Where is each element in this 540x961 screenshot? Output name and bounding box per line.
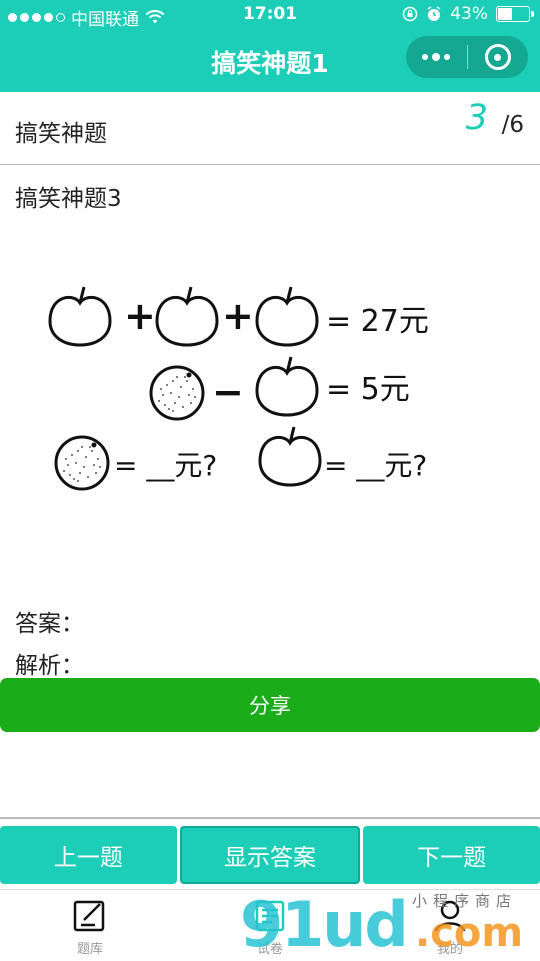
battery-percent: 43% <box>450 4 488 24</box>
current-question-number: 3 <box>465 98 488 138</box>
tab-exam-paper[interactable]: 试卷 <box>180 890 360 961</box>
apple-icon <box>155 285 219 347</box>
share-button-label: 分享 <box>249 694 291 718</box>
svg-text:+: + <box>222 294 254 338</box>
tab-label: 题库 <box>76 942 103 957</box>
apple-icon <box>255 355 319 417</box>
divider <box>0 817 540 819</box>
share-button[interactable]: 分享 <box>0 678 540 732</box>
apple-icon <box>48 285 112 347</box>
answer-label: 答案： <box>15 611 84 637</box>
tab-label: 我的 <box>436 942 463 957</box>
rotation-lock-icon <box>402 6 418 22</box>
battery-icon <box>496 6 534 22</box>
puzzle-line2-text: = 5元 <box>326 372 410 407</box>
category-label: 搞笑神题 <box>15 121 107 147</box>
close-circle-icon <box>484 44 511 70</box>
tab-label: 试卷 <box>256 942 283 957</box>
puzzle-line3b-text: = __元? <box>324 449 427 482</box>
status-right: 43% <box>402 4 534 24</box>
more-button[interactable] <box>406 53 467 61</box>
prev-question-button[interactable]: 上一题 <box>0 826 177 884</box>
nav-bar: 搞笑神题1 <box>0 30 540 92</box>
edit-icon <box>73 900 105 932</box>
orange-icon <box>54 435 110 491</box>
apple-icon <box>258 425 322 487</box>
paper-icon <box>255 900 285 932</box>
user-icon <box>434 900 466 932</box>
orange-icon <box>149 365 205 421</box>
puzzle-line1-text: = 27元 <box>326 304 429 339</box>
show-answer-button[interactable]: 显示答案 <box>179 826 361 884</box>
tab-mine[interactable]: 我的 <box>360 890 540 961</box>
mini-program-capsule <box>406 36 528 78</box>
analysis-label: 解析： <box>15 653 84 679</box>
svg-text:−: − <box>212 370 244 414</box>
status-bar: 中国联通 17:01 43% <box>0 0 540 30</box>
tab-question-bank[interactable]: 题库 <box>0 890 180 961</box>
puzzle-line3a-text: = __元? <box>114 449 217 482</box>
close-button[interactable] <box>468 44 529 70</box>
svg-text:+: + <box>124 294 156 338</box>
question-title: 搞笑神题3 <box>15 186 122 212</box>
next-question-button[interactable]: 下一题 <box>363 826 540 884</box>
puzzle-image: + + = 27元 − = 5元 = __元? = __元? <box>32 265 462 497</box>
alarm-icon <box>427 6 441 21</box>
tab-bar: 题库 试卷 我的 <box>0 889 540 961</box>
question-nav-buttons: 上一题 显示答案 下一题 <box>0 826 540 884</box>
total-question-count: /6 <box>501 112 524 138</box>
question-header: 搞笑神题 3 /6 <box>0 92 540 165</box>
apple-icon <box>255 285 319 347</box>
